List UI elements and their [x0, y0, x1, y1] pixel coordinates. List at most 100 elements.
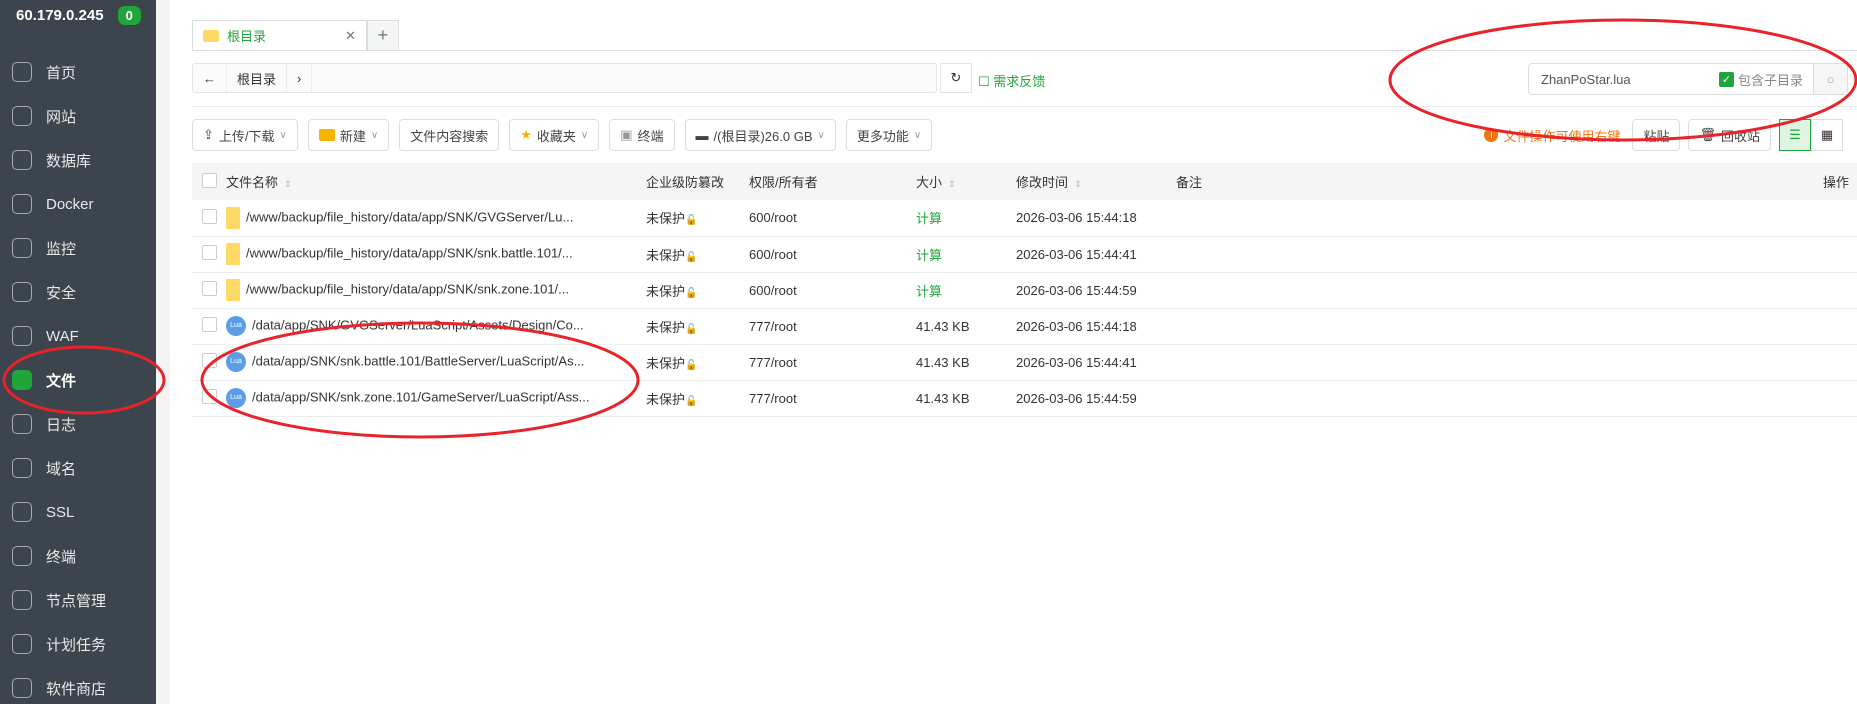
paste-button[interactable]: 粘贴 [1632, 119, 1681, 151]
favorites-button[interactable]: ★ 收藏夹 ∨ [509, 119, 600, 151]
sidebar-item[interactable]: 数据库 [0, 138, 156, 182]
file-name[interactable]: /data/app/SNK/snk.zone.101/GameServer/Lu… [252, 389, 589, 404]
file-name[interactable]: /data/app/SNK/snk.battle.101/BattleServe… [252, 353, 584, 368]
sidebar-item[interactable]: 计划任务 [0, 622, 156, 666]
search-button[interactable]: ○ [1813, 64, 1847, 94]
recycle-label: 回收站 [1720, 128, 1760, 144]
permission[interactable]: 600/root [749, 272, 916, 309]
lock-icon[interactable]: 🔓 [685, 360, 697, 371]
check-icon: ✓ [1718, 71, 1734, 87]
permission[interactable]: 600/root [749, 236, 916, 273]
sidebar-nav: 首页 网站 数据库 Docker 监控 安全 WAF 文件 日志 域名 SSL 终端 节点管理 计划任务软… [0, 50, 156, 710]
note[interactable] [1176, 308, 1797, 345]
row-checkbox[interactable] [202, 389, 217, 404]
upload-download-button[interactable]: ⇪ 上传/下载 ∨ [192, 119, 298, 151]
sidebar-item[interactable]: 日志 [0, 402, 156, 446]
sidebar-item[interactable]: 文件 [0, 358, 156, 402]
col-name[interactable]: 文件名称 ⇕ [226, 163, 646, 200]
sidebar-item-label: SSL [46, 503, 75, 521]
sidebar-item[interactable]: WAF [0, 314, 156, 358]
sidebar-item[interactable]: 软件商店 [0, 666, 156, 710]
terminal-button[interactable]: ▣ 终端 [609, 119, 675, 151]
file-name[interactable]: /www/backup/file_history/data/app/SNK/sn… [246, 245, 573, 260]
lock-icon[interactable]: 🔓 [685, 252, 697, 263]
sidebar-item[interactable]: 网站 [0, 94, 156, 138]
tab-root[interactable]: 根目录 ✕ [192, 20, 367, 50]
table-row[interactable]: /www/backup/file_history/data/app/SNK/sn… [192, 236, 1857, 273]
server-header: 60.179.0.245 0 [16, 6, 141, 25]
refresh-button[interactable]: ↻ [940, 63, 972, 93]
file-manager: 根目录 ✕ + ← 根目录 › ↻ ☐ 需求反馈 ZhanPoStar.lua … [170, 0, 1857, 704]
list-view-icon[interactable]: ☰ [1779, 119, 1811, 151]
file-name[interactable]: /www/backup/file_history/data/app/SNK/GV… [246, 209, 573, 224]
chevron-down-icon: ∨ [580, 129, 589, 141]
more-label: 更多功能 [856, 128, 909, 144]
tip-label: 文件操作可使用右键 [1503, 128, 1621, 144]
file-size[interactable]: 计算 [916, 272, 1016, 309]
modified-time: 2026-03-06 15:44:18 [1016, 200, 1176, 237]
col-mtime[interactable]: 修改时间 ⇕ [1016, 163, 1176, 200]
sidebar-item[interactable]: 安全 [0, 270, 156, 314]
table-row[interactable]: Lua/data/app/SNK/snk.zone.101/GameServer… [192, 380, 1857, 417]
lock-icon[interactable]: 🔓 [685, 396, 697, 407]
lock-icon[interactable]: 🔓 [685, 215, 697, 226]
note[interactable] [1176, 344, 1797, 381]
feedback-link[interactable]: ☐ 需求反馈 [978, 71, 1045, 90]
content-search-button[interactable]: 文件内容搜索 [399, 119, 500, 151]
sidebar-item[interactable]: SSL [0, 490, 156, 534]
sidebar-item[interactable]: 终端 [0, 534, 156, 578]
more-button[interactable]: 更多功能 ∨ [845, 119, 933, 151]
col-size[interactable]: 大小 ⇕ [916, 163, 1016, 200]
row-checkbox[interactable] [202, 353, 217, 368]
chevron-right-icon[interactable]: › [287, 64, 313, 92]
breadcrumb-root[interactable]: 根目录 [227, 64, 288, 92]
file-name[interactable]: /www/backup/file_history/data/app/SNK/sn… [246, 281, 569, 296]
lock-icon[interactable]: 🔓 [685, 324, 697, 335]
permission[interactable]: 777/root [749, 308, 916, 345]
note[interactable] [1176, 200, 1797, 237]
file-size: 41.43 KB [916, 380, 1016, 417]
permission[interactable]: 777/root [749, 344, 916, 381]
sidebar-item[interactable]: 首页 [0, 50, 156, 94]
select-all-checkbox[interactable] [202, 172, 217, 188]
operations [1797, 344, 1857, 381]
table-row[interactable]: /www/backup/file_history/data/app/SNK/sn… [192, 272, 1857, 309]
grid-view-icon[interactable]: ▦ [1811, 119, 1843, 151]
new-button[interactable]: 新建 ∨ [307, 119, 390, 151]
permission[interactable]: 777/root [749, 380, 916, 417]
permission[interactable]: 600/root [749, 200, 916, 237]
table-row[interactable]: Lua/data/app/SNK/snk.battle.101/BattleSe… [192, 344, 1857, 381]
file-size[interactable]: 计算 [916, 200, 1016, 237]
back-icon[interactable]: ← [193, 64, 227, 92]
add-tab-button[interactable]: + [366, 20, 399, 50]
home-icon [12, 62, 32, 82]
file-name[interactable]: /data/app/SNK/GVGServer/LuaScript/Assets… [252, 317, 584, 332]
row-checkbox[interactable] [202, 281, 217, 296]
ssl-icon [12, 502, 32, 522]
shield-icon [12, 282, 32, 302]
lock-icon[interactable]: 🔓 [685, 288, 697, 299]
sidebar-item[interactable]: 节点管理 [0, 578, 156, 622]
upload-icon: ⇪ [203, 127, 214, 142]
note[interactable] [1176, 236, 1797, 273]
sidebar-item[interactable]: 域名 [0, 446, 156, 490]
modified-time: 2026-03-06 15:44:18 [1016, 308, 1176, 345]
sidebar-item[interactable]: 监控 [0, 226, 156, 270]
table-row[interactable]: /www/backup/file_history/data/app/SNK/GV… [192, 200, 1857, 237]
recycle-bin-button[interactable]: 🗑 回收站 [1688, 119, 1771, 151]
server-host: 60.179.0.245 [16, 7, 104, 24]
row-checkbox[interactable] [202, 208, 217, 224]
sidebar-item[interactable]: Docker [0, 182, 156, 226]
include-subdir-checkbox[interactable]: ✓ 包含子目录 [1718, 70, 1803, 89]
search-input[interactable]: ZhanPoStar.lua [1529, 72, 1719, 87]
file-size[interactable]: 计算 [916, 236, 1016, 273]
disk-button[interactable]: ▬/(根目录)26.0 GB ∨ [684, 119, 836, 151]
row-checkbox[interactable] [202, 245, 217, 260]
table-row[interactable]: Lua/data/app/SNK/GVGServer/LuaScript/Ass… [192, 308, 1857, 345]
row-checkbox[interactable] [202, 317, 217, 332]
note[interactable] [1176, 272, 1797, 309]
alert-badge[interactable]: 0 [117, 6, 141, 25]
note[interactable] [1176, 380, 1797, 417]
close-icon[interactable]: ✕ [345, 28, 356, 44]
breadcrumb[interactable]: ← 根目录 › [192, 63, 937, 93]
